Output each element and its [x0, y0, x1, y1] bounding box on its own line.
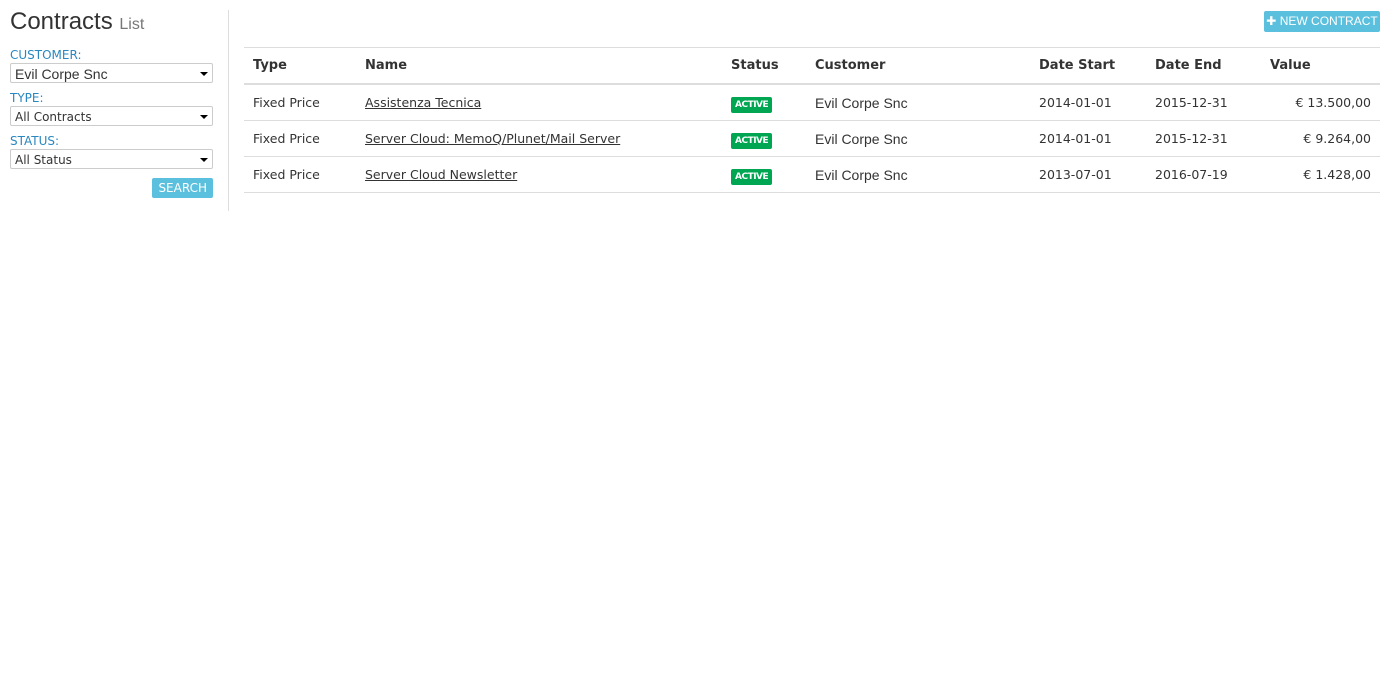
new-contract-button[interactable]: ✚ NEW CONTRACT	[1264, 11, 1380, 32]
cell-date-end: 2015-12-31	[1146, 84, 1261, 121]
cell-name: Server Cloud Newsletter	[356, 156, 722, 193]
contracts-table: Type Name Status Customer Date Start Dat…	[244, 47, 1380, 193]
caret-down-icon	[200, 72, 208, 76]
cell-value: € 1.428,00	[1261, 156, 1380, 193]
plus-icon: ✚	[1266, 14, 1277, 28]
cell-customer: Evil Corpe Snc	[806, 156, 1030, 193]
cell-date-end: 2015-12-31	[1146, 120, 1261, 157]
cell-value: € 13.500,00	[1261, 84, 1380, 121]
type-select[interactable]: All Contracts	[10, 106, 213, 126]
col-status: Status	[722, 47, 806, 85]
table-row: Fixed Price Server Cloud Newsletter ACTI…	[244, 156, 1380, 193]
status-select[interactable]: All Status	[10, 149, 213, 169]
cell-type: Fixed Price	[244, 120, 356, 157]
divider	[228, 10, 229, 211]
status-label: STATUS:	[10, 134, 60, 148]
col-date-end: Date End	[1146, 47, 1261, 85]
customer-select[interactable]: Evil Corpe Snc	[10, 63, 213, 83]
cell-date-start: 2014-01-01	[1030, 120, 1146, 157]
cell-value: € 9.264,00	[1261, 120, 1380, 157]
status-badge: ACTIVE	[731, 97, 773, 113]
cell-customer: Evil Corpe Snc	[806, 84, 1030, 121]
status-badge: ACTIVE	[731, 169, 773, 185]
customer-label: CUSTOMER:	[10, 48, 82, 62]
cell-customer: Evil Corpe Snc	[806, 120, 1030, 157]
table-row: Fixed Price Server Cloud: MemoQ/Plunet/M…	[244, 120, 1380, 157]
search-button[interactable]: SEARCH	[152, 178, 213, 198]
cell-name: Server Cloud: MemoQ/Plunet/Mail Server	[356, 120, 722, 157]
col-date-start: Date Start	[1030, 47, 1146, 85]
cell-date-end: 2016-07-19	[1146, 156, 1261, 193]
caret-down-icon	[200, 115, 208, 119]
status-badge: ACTIVE	[731, 133, 773, 149]
contract-link[interactable]: Server Cloud: MemoQ/Plunet/Mail Server	[365, 131, 620, 146]
table-row: Fixed Price Assistenza Tecnica ACTIVE Ev…	[244, 84, 1380, 121]
page-subtitle: List	[119, 16, 145, 33]
page-title: Contracts List	[10, 8, 145, 35]
col-type: Type	[244, 47, 356, 85]
cell-type: Fixed Price	[244, 84, 356, 121]
cell-date-start: 2013-07-01	[1030, 156, 1146, 193]
caret-down-icon	[200, 158, 208, 162]
contract-link[interactable]: Assistenza Tecnica	[365, 95, 481, 110]
contract-link[interactable]: Server Cloud Newsletter	[365, 167, 517, 182]
cell-status: ACTIVE	[722, 120, 806, 157]
cell-status: ACTIVE	[722, 84, 806, 121]
col-name: Name	[356, 47, 722, 85]
cell-date-start: 2014-01-01	[1030, 84, 1146, 121]
filter-sidebar: Contracts List CUSTOMER: Evil Corpe Snc …	[10, 8, 213, 198]
col-customer: Customer	[806, 47, 1030, 85]
cell-status: ACTIVE	[722, 156, 806, 193]
col-value: Value	[1261, 47, 1380, 85]
cell-name: Assistenza Tecnica	[356, 84, 722, 121]
type-label: TYPE:	[10, 91, 44, 105]
cell-type: Fixed Price	[244, 156, 356, 193]
